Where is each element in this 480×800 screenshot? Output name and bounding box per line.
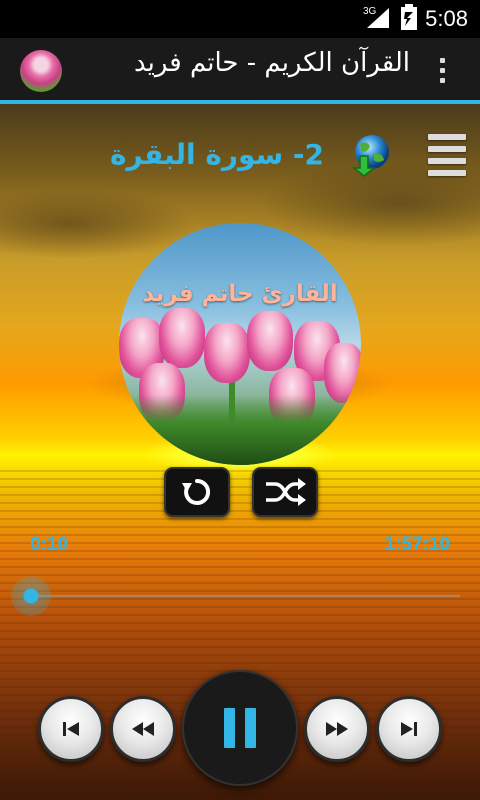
skip-previous-icon (63, 722, 79, 736)
seek-bar[interactable] (11, 576, 460, 616)
fast-forward-button[interactable] (304, 696, 370, 762)
seek-thumb[interactable] (11, 576, 51, 616)
overflow-dot (440, 58, 445, 63)
skip-next-button[interactable] (376, 696, 442, 762)
elapsed-time: 0:10 (30, 534, 69, 555)
network-type: 3G (363, 6, 377, 17)
shuffle-icon (266, 478, 306, 506)
app-title: القرآن الكريم - حاتم فريد (134, 48, 410, 78)
repeat-icon (182, 478, 211, 505)
seek-track (30, 595, 460, 597)
rewind-icon (132, 722, 154, 736)
globe-download-icon (351, 135, 389, 177)
action-bar: القرآن الكريم - حاتم فريد (0, 38, 480, 104)
tulip-flower (247, 311, 293, 371)
battery-icon (401, 4, 418, 34)
status-bar: 3G 5:08 (0, 0, 480, 38)
download-button[interactable] (350, 134, 394, 178)
tulip-flower (324, 343, 361, 403)
album-artwork: القارئ حاتم فريد (119, 223, 361, 465)
tulip-leaves (119, 395, 361, 465)
menu-bar (428, 134, 466, 140)
fast-forward-icon (326, 722, 348, 736)
tulip-flower (204, 323, 250, 383)
player-background: 2- سورة البقرة القارئ حاتم فريد 0:10 1:5… (0, 104, 480, 800)
repeat-button[interactable] (164, 467, 230, 517)
surah-title: 2- سورة البقرة (110, 138, 324, 171)
rewind-button[interactable] (110, 696, 176, 762)
reciter-label: القارئ حاتم فريد (142, 281, 338, 307)
pause-icon (224, 708, 256, 748)
network-3g-icon: 3G (363, 4, 393, 34)
menu-bar (428, 146, 466, 152)
app-logo-icon (20, 50, 62, 92)
overflow-dot (440, 68, 445, 73)
menu-button[interactable] (428, 134, 466, 176)
shuffle-button[interactable] (252, 467, 318, 517)
skip-previous-button[interactable] (38, 696, 104, 762)
menu-bar (428, 170, 466, 176)
tulip-flower (159, 308, 205, 368)
overflow-dot (440, 78, 445, 83)
pause-button[interactable] (182, 670, 298, 786)
skip-next-icon (401, 722, 417, 736)
total-duration: 1:57:10 (384, 534, 451, 555)
overflow-menu-button[interactable] (432, 52, 452, 90)
clock: 5:08 (425, 6, 468, 31)
menu-bar (428, 158, 466, 164)
